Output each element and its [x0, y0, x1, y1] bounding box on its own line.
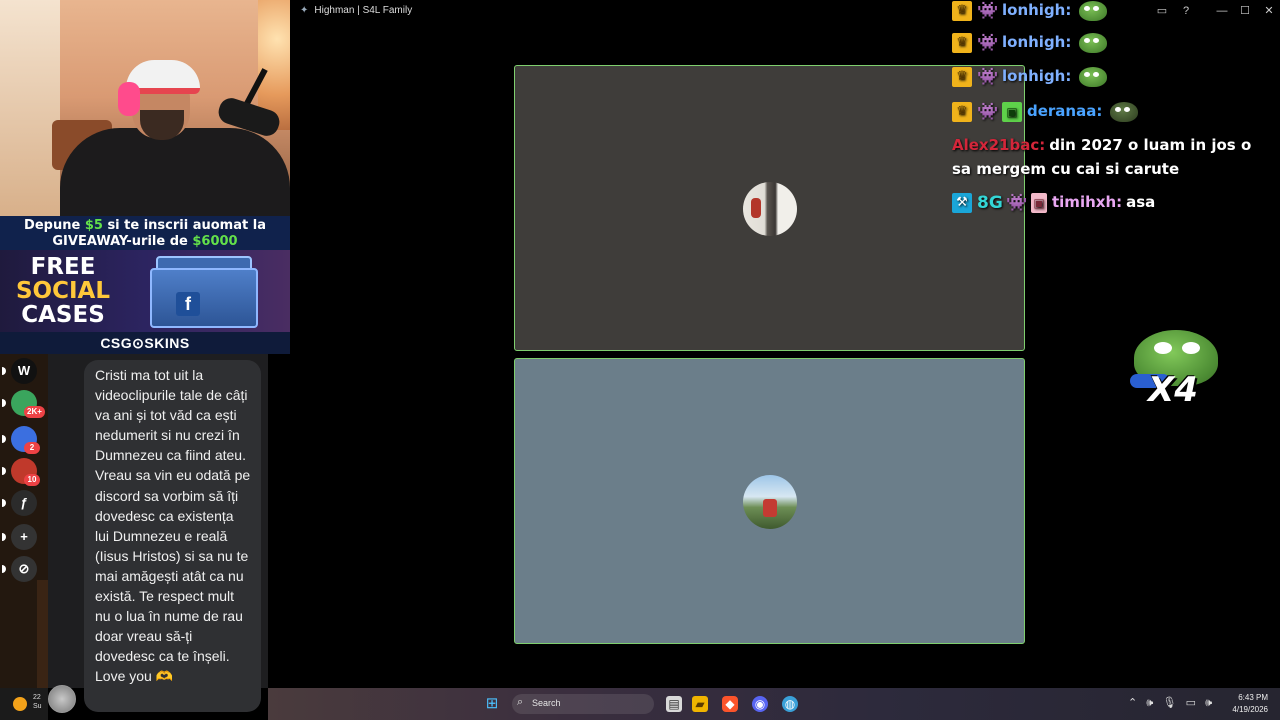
crown-badge-icon: ♛ — [952, 66, 972, 87]
add-server-icon[interactable]: + — [11, 524, 37, 550]
webcam-feed — [0, 0, 290, 216]
banner-text: si te inscrii auomat la — [107, 218, 266, 233]
task-view-icon[interactable]: ▤ — [666, 696, 682, 712]
browser-globe-icon[interactable]: ◍ — [782, 696, 798, 712]
chat-username[interactable]: lonhigh: — [1002, 1, 1071, 19]
participant-avatar[interactable] — [743, 182, 797, 236]
weather-widget[interactable]: 22 Su — [33, 693, 42, 711]
robot-badge-icon: 👾 — [977, 0, 999, 21]
clock-time[interactable]: 6:43 PM — [1236, 693, 1268, 702]
search-icon: ⌕ — [517, 696, 524, 708]
file-explorer-icon[interactable]: ▰ — [692, 696, 708, 712]
chat-username[interactable]: deranaa: — [1027, 102, 1102, 120]
weather-icon[interactable] — [13, 697, 27, 711]
mention-badge: 2 — [24, 442, 40, 454]
chat-message: ⚒ 8G 👾 ▣ timihxh: asa — [952, 190, 1262, 214]
discover-icon[interactable]: ⊘ — [11, 556, 37, 582]
close-button[interactable]: ✕ — [1261, 3, 1277, 19]
ad-line: FREE — [30, 254, 96, 280]
free-cases-ad: FREE SOCIAL CASES f — [0, 250, 290, 332]
crown-badge-icon: ♛ — [952, 0, 972, 21]
robot-badge-icon: 👾 — [977, 32, 999, 53]
window-title: ✦ Highman | S4L Family — [300, 5, 412, 16]
windows-start-icon[interactable]: ⊞ — [484, 696, 500, 712]
window-title-text: Highman | S4L Family — [314, 5, 413, 16]
chat-icon[interactable]: ▭ — [1186, 697, 1196, 709]
ad-line: CASES — [21, 302, 105, 328]
frog-emote-icon — [1079, 0, 1108, 21]
chat-message: ♛ 👾 lonhigh: — [952, 30, 1262, 54]
robot-badge-icon: 👾 — [977, 66, 999, 87]
frog-emote-icon — [1110, 101, 1139, 122]
chat-username[interactable]: lonhigh: — [1002, 67, 1071, 85]
call-participant-tile[interactable] — [514, 65, 1025, 351]
server-w-icon[interactable]: W — [11, 358, 37, 384]
system-tray[interactable]: ⌃ 🕪 🎙 ▭ 🕪 — [1128, 696, 1212, 710]
participant-avatar[interactable] — [743, 475, 797, 529]
volume-icon[interactable]: 🕪 — [1205, 697, 1212, 709]
crown-badge-icon: ♛ — [952, 101, 972, 122]
hammer-badge-icon: ⚒ — [952, 192, 972, 213]
ad-line: SOCIAL — [15, 278, 110, 304]
case-icon — [150, 268, 258, 328]
robot-badge-icon: 👾 — [1006, 192, 1028, 213]
chat-message: ♛ 👾 lonhigh: — [952, 0, 1262, 22]
chat-username[interactable]: timihxh: — [1052, 193, 1122, 211]
gift-green-badge-icon: ▣ — [1002, 101, 1022, 122]
chat-message: ♛ 👾 lonhigh: — [952, 64, 1262, 88]
mention-badge: 2K+ — [24, 406, 45, 418]
sender-avatar[interactable] — [48, 685, 76, 713]
app-icon: ✦ — [300, 5, 309, 16]
frog-emote-icon — [1079, 66, 1108, 87]
csgoskins-logo: CSG⊙SKINS — [0, 332, 290, 354]
discord-icon[interactable]: ◉ — [752, 696, 768, 712]
robot-badge-icon: 👾 — [977, 101, 999, 122]
chat-text: asa — [1126, 193, 1156, 211]
banner-text: GIVEAWAY-urile de — [52, 234, 188, 249]
weather-temp: 22 — [33, 694, 41, 701]
weather-desc: Su — [33, 703, 42, 710]
gift-pink-badge-icon: ▣ — [1031, 192, 1047, 213]
crown-badge-icon: ♛ — [952, 32, 972, 53]
frog-emote-icon — [1079, 32, 1108, 53]
chevron-up-icon[interactable]: ⌃ — [1128, 697, 1137, 709]
banner-text: Depune — [24, 218, 81, 233]
chat-username[interactable]: Alex21bac: — [952, 136, 1045, 154]
eightg-badge-icon: 8G — [977, 192, 1003, 213]
chat-message: ♛ 👾 ▣ deranaa: — [952, 99, 1262, 123]
clock-date[interactable]: 4/19/2026 — [1226, 705, 1268, 714]
speaker-icon[interactable]: 🕪 — [1146, 697, 1153, 709]
emote-multiplier: X4 — [1148, 370, 1198, 410]
microphone-icon[interactable]: 🎙 — [1163, 697, 1177, 709]
chat-username[interactable]: lonhigh: — [1002, 33, 1071, 51]
search-label: Search — [532, 698, 561, 708]
facebook-icon: f — [176, 292, 200, 316]
banner-amount: $5 — [84, 218, 103, 233]
banner-amount: $6000 — [192, 234, 238, 249]
server-f-icon[interactable]: ƒ — [11, 490, 37, 516]
chat-message: Alex21bac: din 2027 o luam in jos o sa me… — [952, 133, 1262, 181]
brave-browser-icon[interactable]: ◆ — [722, 696, 738, 712]
message-text: Cristi ma tot uit la videoclipurile tale… — [95, 367, 251, 685]
message-bubble[interactable]: Cristi ma tot uit la videoclipurile tale… — [84, 360, 261, 712]
call-participant-tile[interactable] — [514, 358, 1025, 644]
pepe-emote-combo: X4 — [1130, 330, 1220, 410]
mention-badge: 10 — [24, 474, 40, 486]
giveaway-banner: Depune $5 si te inscrii auomat la GIVEAW… — [0, 216, 290, 250]
